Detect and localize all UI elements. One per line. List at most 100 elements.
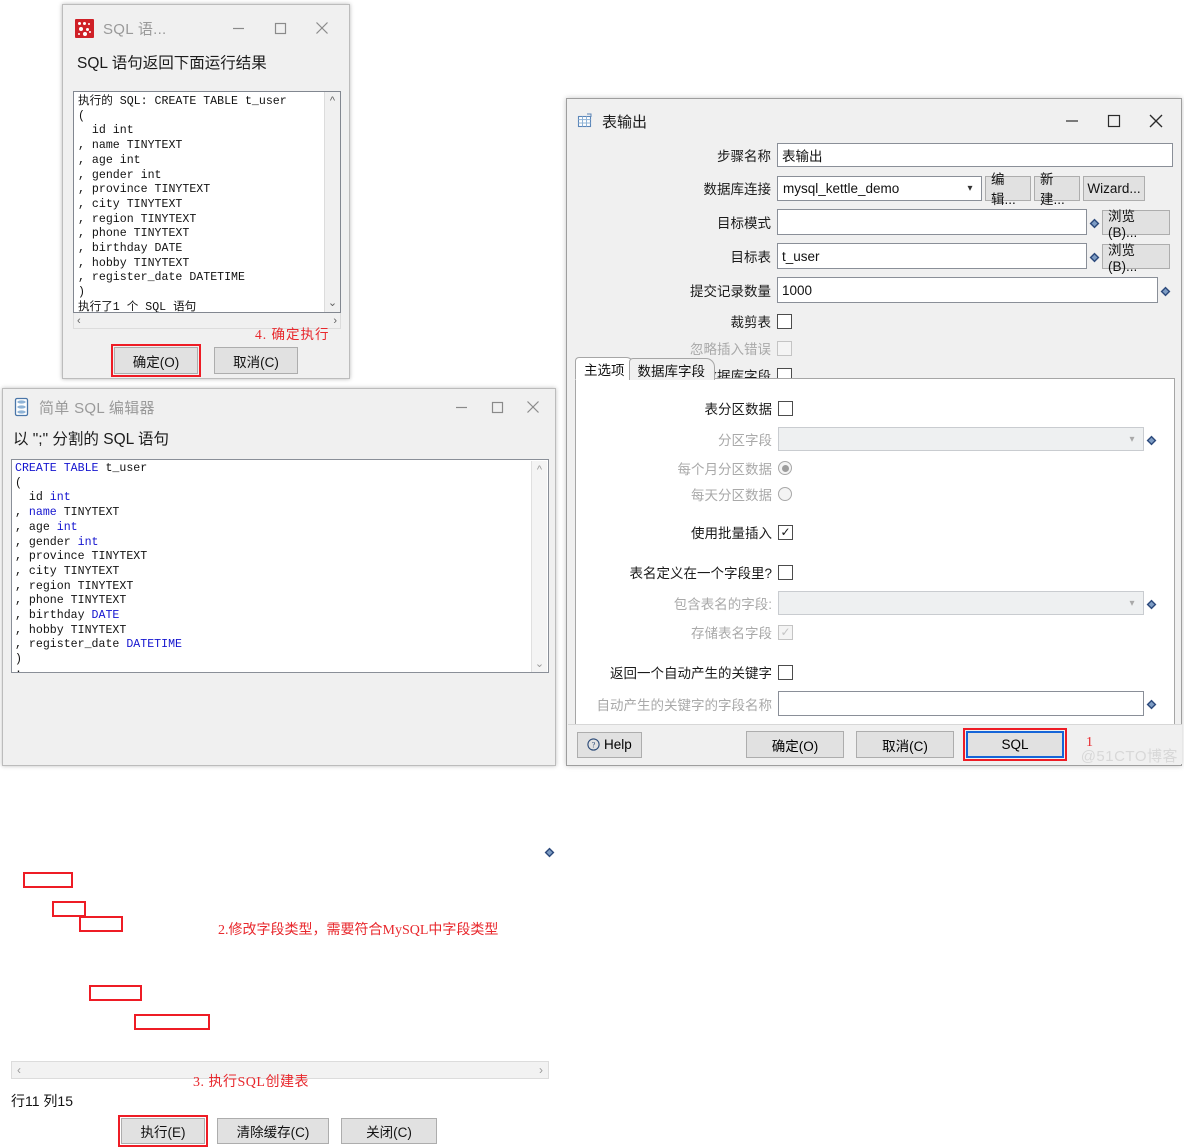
sql-result-window-controls [217, 7, 343, 49]
field-row-partition-data: 表分区数据 [576, 398, 1174, 418]
close-icon[interactable] [1135, 100, 1177, 142]
field-row-ignore-insert-errors: 忽略插入错误 [567, 338, 1181, 358]
annotation-2: 2.修改字段类型，需要符合MySQL中字段类型 [218, 923, 499, 938]
field-row-field-with-table-name: 包含表名的字段: ▾ [576, 591, 1174, 615]
table-output-titlebar: 表输出 [567, 99, 1181, 143]
table-output-cancel-button[interactable]: 取消(C) [856, 731, 954, 758]
sql-result-output-box: 执行的 SQL: CREATE TABLE t_user ( id int , … [73, 91, 341, 313]
store-table-name-field-label: 存储表名字段 [691, 626, 772, 641]
field-row-target-schema: 目标模式 浏览(B)... [567, 209, 1181, 240]
sql-editor-vertical-scrollbar[interactable]: ^ ⌄ [531, 461, 547, 672]
field-with-table-name-combo: ▾ [778, 591, 1144, 615]
scroll-up-icon[interactable]: ^ [330, 92, 335, 108]
field-row-autogen-key-field: 自动产生的关键字的字段名称 [576, 691, 1174, 716]
sql-result-window: SQL 语... SQL 语句返回下面运行结果 执行的 SQL: CREATE … [62, 4, 350, 379]
field-row-commit-size: 提交记录数量 1000 [567, 277, 1181, 303]
db-connection-combo[interactable]: mysql_kettle_demo ▾ [777, 175, 982, 201]
step-name-input[interactable]: 表输出 [777, 143, 1173, 167]
table-grid-icon [577, 113, 593, 129]
maximize-icon[interactable] [479, 391, 515, 423]
scroll-down-icon[interactable]: ⌄ [535, 657, 544, 672]
highlight-box-gender-int [79, 916, 123, 932]
field-row-partition-daily: 每天分区数据 [576, 484, 1174, 504]
new-connection-button[interactable]: 新建... [1034, 172, 1080, 207]
maximize-icon[interactable] [1093, 100, 1135, 142]
help-button[interactable]: ? Help [577, 731, 642, 758]
highlight-box-birthday-date [89, 985, 142, 1001]
table-output-window-controls [1051, 100, 1177, 142]
variable-decorator-icon [544, 846, 555, 858]
close-icon[interactable] [515, 391, 551, 423]
scroll-left-icon[interactable]: ‹ [74, 315, 84, 327]
table-output-form: 步骤名称 表输出 数据库连接 mysql_kettle_demo ▾ 编辑...… [567, 143, 1181, 389]
sql-result-cancel-button[interactable]: 取消(C) [214, 347, 298, 374]
chevron-down-icon: ▾ [1129, 597, 1135, 609]
return-autogen-key-label: 返回一个自动产生的关键字 [610, 666, 772, 681]
sql-result-vertical-scrollbar[interactable]: ^ ⌄ [324, 92, 340, 312]
autogen-key-field-label: 自动产生的关键字的字段名称 [596, 697, 773, 713]
scroll-right-icon[interactable]: › [330, 315, 340, 327]
caret-position-status: 行11 列15 [11, 1093, 73, 1109]
field-row-partition-monthly: 每个月分区数据 [576, 458, 1174, 478]
field-row-return-autogen-key: 返回一个自动产生的关键字 [576, 662, 1174, 682]
sql-result-title: SQL 语... [103, 20, 167, 38]
sql-result-ok-button[interactable]: 确定(O) [114, 347, 198, 374]
maximize-icon[interactable] [259, 7, 301, 49]
commit-size-label: 提交记录数量 [690, 284, 771, 299]
autogen-key-field-input[interactable] [778, 691, 1144, 716]
partition-field-label: 分区字段 [718, 433, 772, 448]
sql-result-heading: SQL 语句返回下面运行结果 [77, 55, 267, 72]
partition-monthly-radio [778, 461, 792, 475]
browse-table-button[interactable]: 浏览(B)... [1102, 243, 1170, 274]
sql-button[interactable]: SQL [966, 731, 1064, 758]
table-output-tabs: 主选项 数据库字段 [575, 357, 715, 380]
sql-editor-textarea[interactable]: CREATE TABLE t_user ( id int , name TINY… [11, 459, 549, 673]
browse-schema-button[interactable]: 浏览(B)... [1102, 209, 1170, 240]
truncate-table-label: 裁剪表 [730, 315, 772, 330]
close-icon[interactable] [301, 7, 343, 49]
store-table-name-field-checkbox: ✓ [778, 624, 793, 640]
field-row-target-table: 目标表 t_user 浏览(B)... [567, 243, 1181, 274]
minimize-icon[interactable] [443, 391, 479, 423]
scroll-up-icon[interactable]: ^ [537, 461, 542, 476]
execute-button[interactable]: 执行(E) [121, 1118, 205, 1144]
table-output-title: 表输出 [602, 113, 648, 131]
db-connection-label: 数据库连接 [703, 182, 772, 197]
table-output-footer-buttons: 确定(O) 取消(C) SQL [746, 728, 1067, 761]
close-button[interactable]: 关闭(C) [341, 1118, 437, 1144]
minimize-icon[interactable] [1051, 100, 1093, 142]
chevron-down-icon: ▾ [1129, 433, 1135, 445]
field-row-store-table-name: 存储表名字段 ✓ [576, 622, 1174, 642]
chevron-down-icon[interactable]: ▾ [961, 183, 979, 194]
truncate-table-checkbox[interactable] [777, 313, 792, 329]
clear-cache-button[interactable]: 清除缓存(C) [217, 1118, 329, 1144]
minimize-icon[interactable] [217, 7, 259, 49]
field-row-use-batch-insert: 使用批量插入 ✓ [576, 522, 1174, 542]
return-autogen-key-checkbox[interactable] [778, 664, 793, 680]
use-batch-insert-checkbox[interactable]: ✓ [778, 524, 793, 540]
variable-decorator-icon [1160, 285, 1171, 296]
wizard-connection-button[interactable]: Wizard... [1083, 175, 1145, 201]
tab-database-fields[interactable]: 数据库字段 [628, 358, 715, 380]
partition-data-checkbox[interactable] [778, 400, 793, 416]
target-table-input[interactable]: t_user [777, 243, 1087, 269]
field-row-table-name-in-field: 表名定义在一个字段里? [576, 562, 1174, 582]
scroll-right-icon[interactable]: › [534, 1063, 548, 1077]
scroll-left-icon[interactable]: ‹ [12, 1063, 26, 1077]
field-row-db-connection: 数据库连接 mysql_kettle_demo ▾ 编辑... 新建... Wi… [567, 172, 1181, 207]
tab-main-options[interactable]: 主选项 [575, 357, 635, 380]
variable-decorator-icon [1089, 217, 1100, 228]
ignore-insert-errors-checkbox [777, 340, 792, 356]
annotation-4: 4. 确定执行 [255, 327, 330, 342]
scroll-down-icon[interactable]: ⌄ [328, 296, 337, 312]
sql-editor-button-row: 执行(E) 清除缓存(C) 关闭(C) [3, 1115, 555, 1147]
highlight-box-id-int [23, 872, 73, 888]
table-output-ok-button[interactable]: 确定(O) [746, 731, 844, 758]
variable-decorator-icon [1089, 251, 1100, 262]
table-name-in-field-checkbox[interactable] [778, 564, 793, 580]
help-label: Help [604, 737, 632, 752]
kettle-red-icon [75, 18, 94, 38]
edit-connection-button[interactable]: 编辑... [985, 172, 1031, 207]
target-schema-input[interactable] [777, 209, 1087, 235]
commit-size-input[interactable]: 1000 [777, 277, 1158, 303]
